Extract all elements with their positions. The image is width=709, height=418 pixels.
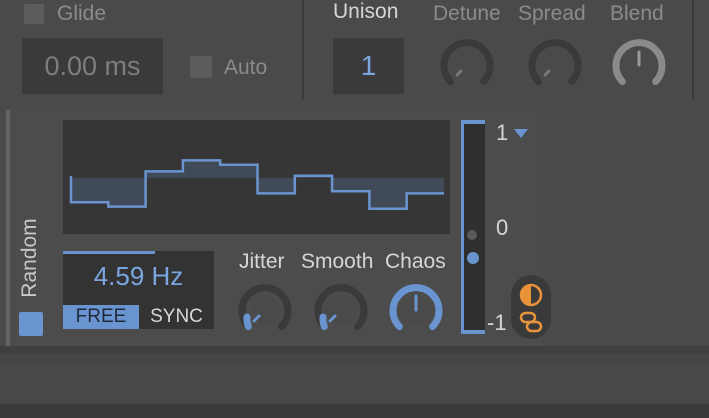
depth-handle[interactable] — [467, 252, 479, 264]
glide-time-field[interactable]: 0.00 ms — [22, 38, 163, 94]
lfo-title: Random — [18, 218, 41, 298]
glide-label: Glide — [57, 2, 107, 25]
unison-voices-field[interactable]: 1 — [333, 38, 404, 94]
unison-label: Unison — [333, 0, 399, 23]
depth-slider[interactable] — [461, 120, 485, 334]
chaos-label: Chaos — [385, 250, 446, 273]
spread-knob[interactable] — [528, 38, 582, 92]
auto-checkbox[interactable] — [190, 56, 212, 78]
smooth-knob[interactable] — [314, 283, 368, 337]
lfo-enable-toggle[interactable] — [19, 312, 43, 336]
blend-label: Blend — [610, 2, 664, 25]
blend-knob[interactable] — [612, 38, 666, 92]
depth-max-label: 1 — [496, 120, 509, 145]
divider — [0, 346, 709, 354]
spread-label: Spread — [518, 2, 586, 25]
jitter-label: Jitter — [239, 250, 285, 273]
depth-slider-top-cap — [461, 120, 485, 124]
depth-slider-bottom-cap — [461, 330, 485, 334]
frequency-value: 4.59 Hz — [93, 261, 184, 291]
lfo-title-wrap: Random — [16, 210, 46, 310]
depth-handle-inactive[interactable] — [467, 230, 477, 240]
empty-panel — [0, 364, 709, 404]
sync-mode-button[interactable]: SYNC — [139, 305, 214, 329]
chaos-knob[interactable] — [389, 283, 443, 337]
random-waveform — [69, 159, 444, 211]
half-circle-icon[interactable] — [519, 283, 543, 307]
divider — [0, 404, 709, 418]
detune-label: Detune — [433, 2, 501, 25]
frequency-bar — [63, 251, 155, 254]
triangle-down-icon[interactable] — [514, 129, 528, 139]
depth-mid-label: 0 — [496, 215, 509, 240]
free-mode-button[interactable]: FREE — [63, 305, 139, 329]
divider — [0, 354, 709, 364]
smooth-label: Smooth — [301, 250, 374, 273]
chain-link-icon[interactable] — [519, 310, 543, 334]
lfo-waveform-display[interactable] — [63, 120, 450, 234]
detune-knob[interactable] — [440, 38, 494, 92]
auto-label: Auto — [224, 56, 268, 79]
divider — [302, 0, 304, 100]
jitter-knob[interactable] — [238, 283, 292, 337]
depth-slider-fill — [461, 124, 464, 330]
divider — [692, 0, 694, 100]
glide-checkbox[interactable] — [24, 4, 44, 24]
depth-min-label: -1 — [487, 310, 507, 335]
